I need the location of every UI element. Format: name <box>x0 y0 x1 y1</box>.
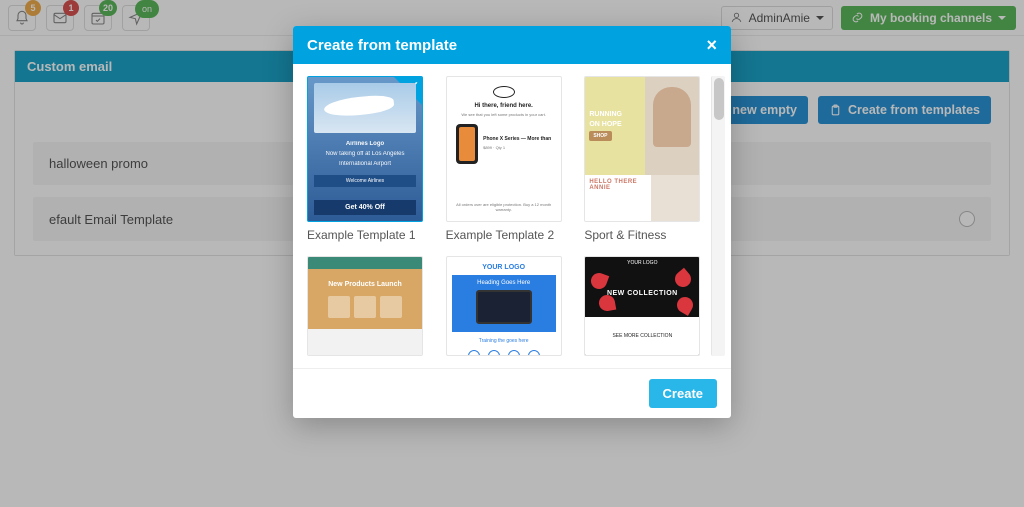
modal-body: Airlines Logo Now taking off at Los Ange… <box>293 64 731 368</box>
close-icon[interactable]: × <box>706 36 717 54</box>
template-card[interactable]: RUNNING ON HOPE SHOP HELLO THERE ANNIE S… <box>584 76 705 242</box>
template-card[interactable]: YOUR LOGO NEW COLLECTION SEE MORE COLLEC… <box>584 256 705 356</box>
template-label: Example Template 2 <box>446 228 567 242</box>
modal-overlay: Create from template × Airlines Logo Now… <box>0 0 1024 507</box>
scroll-thumb[interactable] <box>714 78 724 120</box>
template-thumbnail: RUNNING ON HOPE SHOP HELLO THERE ANNIE <box>584 76 700 222</box>
create-from-template-modal: Create from template × Airlines Logo Now… <box>293 26 731 418</box>
template-card[interactable]: YOUR LOGO Heading Goes Here Training the… <box>446 256 567 356</box>
modal-title: Create from template <box>307 37 457 54</box>
template-label: Sport & Fitness <box>584 228 705 242</box>
modal-header: Create from template × <box>293 26 731 64</box>
template-card[interactable]: New Products Launch <box>307 256 428 356</box>
template-thumbnail: Hi there, friend here. We see that you l… <box>446 76 562 222</box>
template-label: Example Template 1 <box>307 228 428 242</box>
scrollbar[interactable] <box>711 76 725 356</box>
template-thumbnail: New Products Launch <box>307 256 423 356</box>
template-thumbnail: Airlines Logo Now taking off at Los Ange… <box>307 76 423 222</box>
template-thumbnail: YOUR LOGO Heading Goes Here Training the… <box>446 256 562 356</box>
template-card[interactable]: Hi there, friend here. We see that you l… <box>446 76 567 242</box>
create-button[interactable]: Create <box>649 379 717 408</box>
template-grid: Airlines Logo Now taking off at Los Ange… <box>307 76 711 356</box>
modal-footer: Create <box>293 368 731 418</box>
template-thumbnail: YOUR LOGO NEW COLLECTION SEE MORE COLLEC… <box>584 256 700 356</box>
template-card[interactable]: Airlines Logo Now taking off at Los Ange… <box>307 76 428 242</box>
